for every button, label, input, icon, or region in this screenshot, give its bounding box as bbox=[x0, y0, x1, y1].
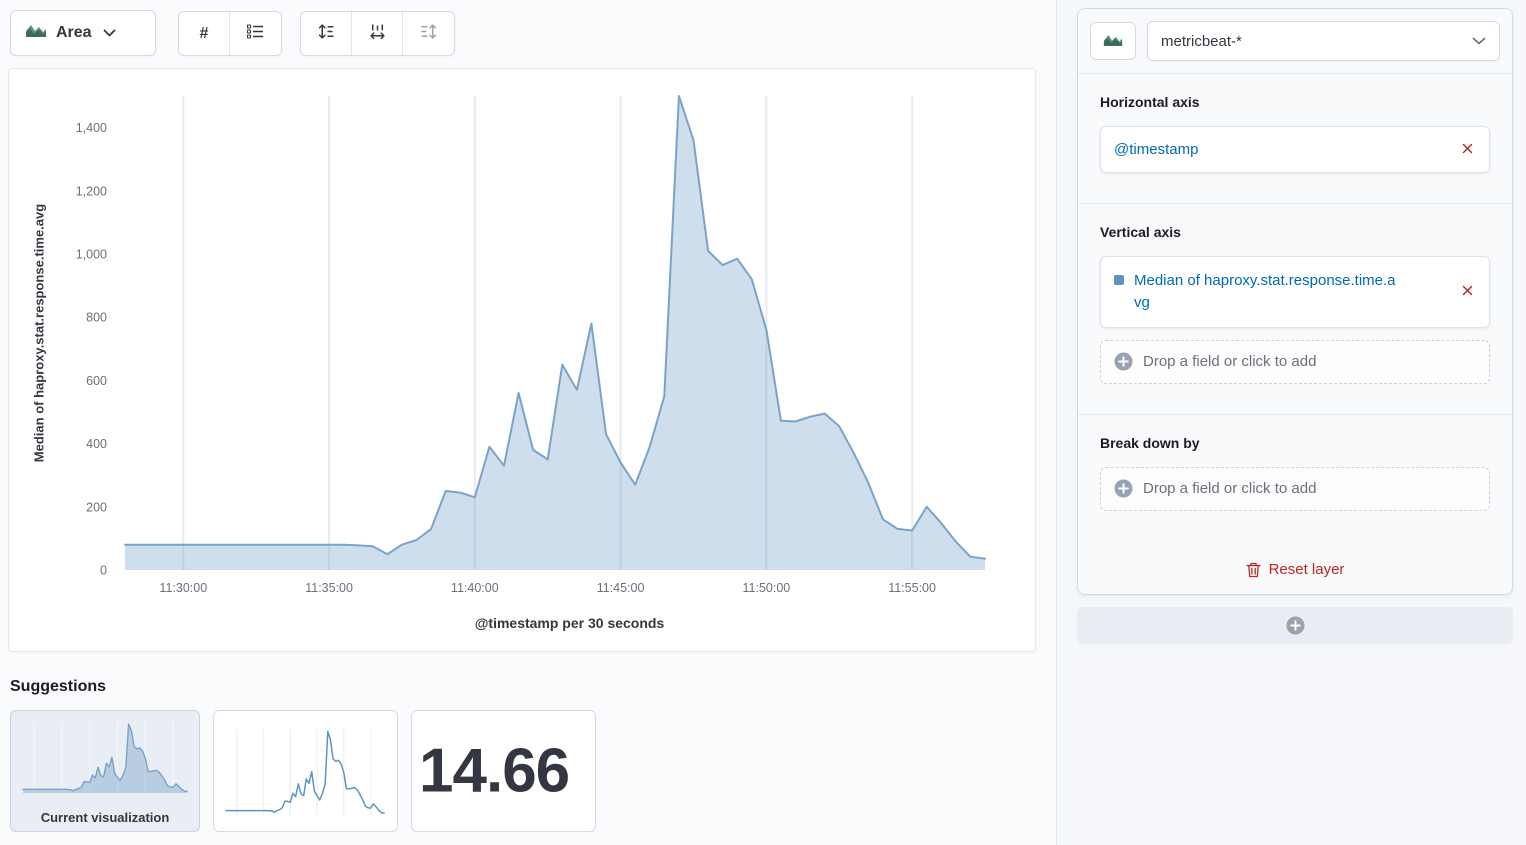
mini-line-chart bbox=[222, 723, 388, 821]
break-down-title: Break down by bbox=[1100, 435, 1490, 451]
value-format-button[interactable]: # bbox=[179, 12, 230, 55]
suggestion-cards: Current visualization 14.66 bbox=[10, 710, 596, 832]
layer-chart-type-button[interactable] bbox=[1090, 22, 1136, 60]
plus-circle-icon bbox=[1114, 352, 1133, 371]
reset-layer-button[interactable]: Reset layer bbox=[1078, 545, 1512, 594]
horizontal-axis-title: Horizontal axis bbox=[1100, 94, 1490, 110]
close-icon bbox=[1461, 142, 1474, 158]
visualization-panel: Median of haproxy.stat.response.time.avg… bbox=[8, 68, 1036, 652]
svg-text:11:55:00: 11:55:00 bbox=[888, 581, 936, 595]
metric-value: 14.66 bbox=[419, 736, 569, 807]
horizontal-axis-icon bbox=[369, 23, 386, 45]
svg-text:11:45:00: 11:45:00 bbox=[597, 581, 645, 595]
hash-label: # bbox=[200, 25, 209, 43]
break-down-drop-target[interactable]: Drop a field or click to add bbox=[1100, 467, 1490, 511]
suggestion-line-chart[interactable] bbox=[213, 710, 398, 832]
suggestions-heading: Suggestions bbox=[10, 678, 106, 696]
layer-header: metricbeat-* bbox=[1078, 9, 1512, 73]
layer-panel: metricbeat-* Horizontal axis @timestamp … bbox=[1077, 8, 1513, 595]
remove-vertical-axis-button[interactable] bbox=[1459, 282, 1476, 302]
editor-main: Area # bbox=[0, 0, 1056, 845]
horizontal-axis-field: @timestamp bbox=[1114, 139, 1198, 161]
svg-text:11:50:00: 11:50:00 bbox=[743, 581, 791, 595]
trash-icon bbox=[1246, 562, 1261, 578]
mini-area-chart bbox=[19, 717, 191, 797]
vertical-axis-drop-target[interactable]: Drop a field or click to add bbox=[1100, 340, 1490, 384]
reset-layer-label: Reset layer bbox=[1269, 561, 1345, 578]
legend-settings-button[interactable] bbox=[230, 12, 281, 55]
drop-field-placeholder: Drop a field or click to add bbox=[1143, 353, 1316, 370]
horizontal-axis-section: Horizontal axis @timestamp bbox=[1078, 73, 1512, 203]
suggestion-metric[interactable]: 14.66 bbox=[411, 710, 596, 832]
drop-field-placeholder: Drop a field or click to add bbox=[1143, 480, 1316, 497]
vertical-axis-section: Vertical axis Median of haproxy.stat.res… bbox=[1078, 203, 1512, 414]
svg-text:1,000: 1,000 bbox=[76, 248, 107, 262]
right-axis-settings-button[interactable] bbox=[403, 12, 454, 55]
svg-text:11:35:00: 11:35:00 bbox=[305, 581, 353, 595]
suggestion-current-visualization[interactable]: Current visualization bbox=[10, 710, 200, 832]
svg-text:0: 0 bbox=[100, 564, 107, 578]
remove-horizontal-axis-button[interactable] bbox=[1459, 140, 1476, 160]
vertical-axis-title: Vertical axis bbox=[1100, 224, 1490, 240]
plus-circle-icon bbox=[1114, 479, 1133, 498]
svg-text:1,200: 1,200 bbox=[76, 184, 107, 198]
area-chart-icon bbox=[25, 23, 47, 43]
area-chart-icon bbox=[1103, 33, 1123, 50]
series-color-swatch bbox=[1114, 275, 1124, 285]
horizontal-axis-dimension[interactable]: @timestamp bbox=[1100, 126, 1490, 173]
right-axis-icon bbox=[420, 23, 437, 45]
svg-text:600: 600 bbox=[86, 374, 107, 388]
index-pattern-select[interactable]: metricbeat-* bbox=[1147, 21, 1500, 61]
axis-settings-button-group bbox=[300, 11, 455, 56]
chevron-down-icon bbox=[103, 29, 116, 37]
index-pattern-value: metricbeat-* bbox=[1161, 33, 1242, 50]
svg-text:800: 800 bbox=[86, 311, 107, 325]
legend-list-icon bbox=[247, 24, 264, 44]
svg-text:11:40:00: 11:40:00 bbox=[451, 581, 499, 595]
svg-text:400: 400 bbox=[86, 437, 107, 451]
vertical-axis-dimension[interactable]: Median of haproxy.stat.response.time.avg bbox=[1100, 256, 1490, 328]
x-axis-title: @timestamp per 30 seconds bbox=[116, 615, 1023, 631]
plus-circle-icon bbox=[1286, 616, 1305, 635]
svg-text:200: 200 bbox=[86, 500, 107, 514]
chart-type-selector[interactable]: Area bbox=[10, 10, 156, 56]
vertical-axis-field: Median of haproxy.stat.response.time.avg bbox=[1134, 270, 1396, 314]
svg-text:1,400: 1,400 bbox=[76, 121, 107, 135]
break-down-section: Break down by Drop a field or click to a… bbox=[1078, 414, 1512, 541]
bottom-axis-settings-button[interactable] bbox=[352, 12, 403, 55]
close-icon bbox=[1461, 284, 1474, 300]
chart-type-label: Area bbox=[56, 24, 92, 42]
svg-text:11:30:00: 11:30:00 bbox=[159, 581, 207, 595]
left-axis-settings-button[interactable] bbox=[301, 12, 352, 55]
vertical-axis-icon bbox=[318, 23, 335, 45]
chevron-down-icon bbox=[1472, 37, 1486, 45]
value-options-button-group: # bbox=[178, 11, 282, 56]
add-layer-button[interactable] bbox=[1077, 607, 1513, 644]
area-chart[interactable]: 11:30:00 11:35:00 11:40:00 11:45:00 11:50:00… bbox=[9, 69, 1035, 607]
current-visualization-label: Current visualization bbox=[11, 810, 199, 825]
layer-config-column: metricbeat-* Horizontal axis @timestamp … bbox=[1056, 0, 1526, 845]
